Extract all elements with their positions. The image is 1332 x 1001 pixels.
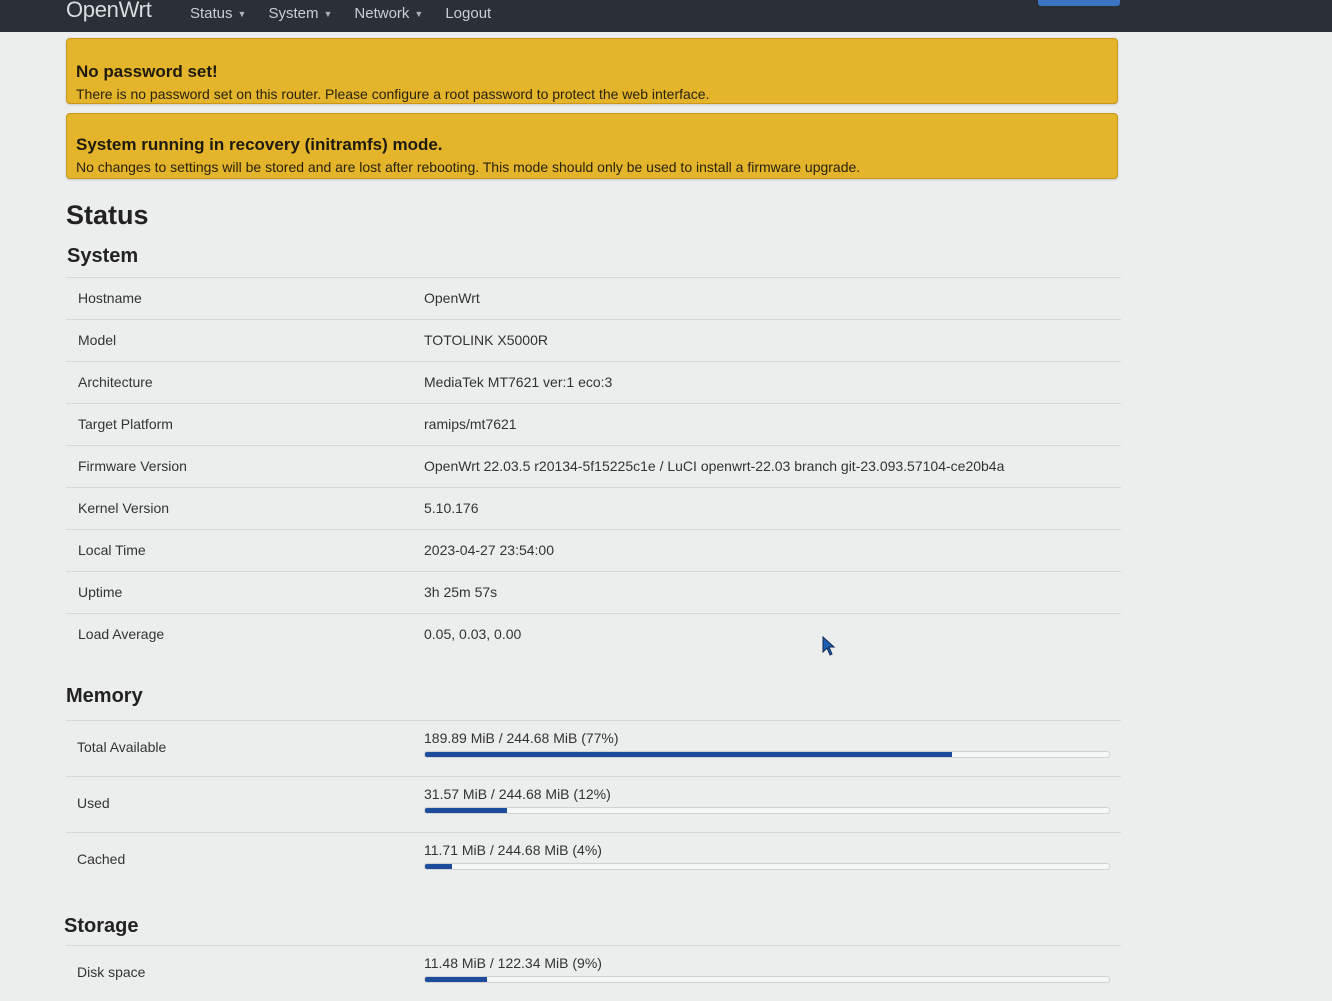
nav-system-label: System [268,5,319,22]
page-title: Status [66,200,149,230]
progress-fill [425,752,952,757]
table-row: Total Available 189.89 MiB / 244.68 MiB (… [66,720,1121,776]
row-value: OpenWrt 22.03.5 r20134-5f15225c1e / LuCI… [424,458,1005,474]
alert-title: System running in recovery (initramfs) m… [76,135,443,154]
main-nav: Status ▼ System ▼ Network ▼ Logout [190,5,513,22]
row-label: Architecture [78,374,153,390]
row-value: MediaTek MT7621 ver:1 eco:3 [424,374,613,390]
table-row: Architecture MediaTek MT7621 ver:1 eco:3 [66,361,1121,403]
row-label: Model [78,332,117,348]
alert-recovery-mode: System running in recovery (initramfs) m… [66,113,1118,179]
table-row: Used 31.57 MiB / 244.68 MiB (12%) [66,776,1121,832]
row-label: Cached [77,851,126,867]
progress-bar [424,807,1110,814]
nav-logout[interactable]: Logout [445,5,491,22]
row-label: Disk space [77,964,146,980]
table-row: Firmware Version OpenWrt 22.03.5 r20134-5… [66,445,1121,487]
section-title-storage: Storage [64,915,139,937]
row-label: Kernel Version [78,500,170,516]
chevron-down-icon: ▼ [414,8,424,19]
storage-table: Disk space 11.48 MiB / 122.34 MiB (9%) [66,945,1121,1001]
alert-message: No changes to settings will be stored an… [76,159,861,175]
nav-network-label: Network [354,5,410,22]
progress-bar [424,751,1110,758]
table-row: Kernel Version 5.10.176 [66,487,1121,529]
section-title-system: System [67,245,139,267]
progress-fill [425,864,453,869]
row-label: Local Time [78,542,146,558]
row-value: ramips/mt7621 [424,416,517,432]
chevron-down-icon: ▼ [237,8,247,19]
top-navbar: OpenWrt Status ▼ System ▼ Network ▼ Logo… [0,0,1332,32]
section-title-memory: Memory [66,685,143,707]
table-row: Model TOTOLINK X5000R [66,319,1121,361]
progress-text: 31.57 MiB / 244.68 MiB (12%) [424,786,611,802]
progress-text: 189.89 MiB / 244.68 MiB (77%) [424,730,619,746]
row-label: Uptime [78,584,123,600]
nav-logout-label: Logout [445,5,492,22]
nav-status[interactable]: Status ▼ [190,5,246,22]
row-value: 2023-04-27 23:54:00 [424,542,554,558]
chevron-down-icon: ▼ [323,8,333,19]
row-value: OpenWrt [424,290,480,306]
row-label: Firmware Version [78,458,187,474]
row-label: Used [77,795,110,811]
table-row: Uptime 3h 25m 57s [66,571,1121,613]
table-row: Target Platform ramips/mt7621 [66,403,1121,445]
progress-bar [424,976,1110,983]
alert-no-password: No password set! There is no password se… [66,38,1118,104]
progress-bar [424,863,1110,870]
table-row: Load Average 0.05, 0.03, 0.00 [66,613,1121,655]
progress-fill [425,977,487,982]
row-label: Hostname [78,290,142,306]
table-row: Local Time 2023-04-27 23:54:00 [66,529,1121,571]
brand-logo[interactable]: OpenWrt [66,0,152,23]
nav-status-label: Status [190,5,233,22]
auto-refresh-indicator[interactable] [1038,0,1120,6]
row-value: 3h 25m 57s [424,584,498,600]
row-label: Total Available [77,739,167,755]
progress-text: 11.48 MiB / 122.34 MiB (9%) [424,955,602,971]
table-row: Hostname OpenWrt [66,277,1121,319]
nav-system[interactable]: System ▼ [268,5,332,22]
row-label: Load Average [78,626,165,642]
row-value: 5.10.176 [424,500,479,516]
memory-table: Total Available 189.89 MiB / 244.68 MiB (… [66,720,1121,888]
row-label: Target Platform [78,416,173,432]
alert-message: There is no password set on this router.… [76,86,710,102]
progress-text: 11.71 MiB / 244.68 MiB (4%) [424,842,602,858]
row-value: 0.05, 0.03, 0.00 [424,626,522,642]
system-table: Hostname OpenWrt Model TOTOLINK X5000R Archi… [66,277,1121,655]
alert-title: No password set! [76,62,218,81]
mouse-cursor-icon [822,636,836,656]
row-value: TOTOLINK X5000R [424,332,548,348]
table-row: Disk space 11.48 MiB / 122.34 MiB (9%) [66,945,1121,1001]
nav-network[interactable]: Network ▼ [354,5,423,22]
progress-fill [425,808,508,813]
table-row: Cached 11.71 MiB / 244.68 MiB (4%) [66,832,1121,888]
